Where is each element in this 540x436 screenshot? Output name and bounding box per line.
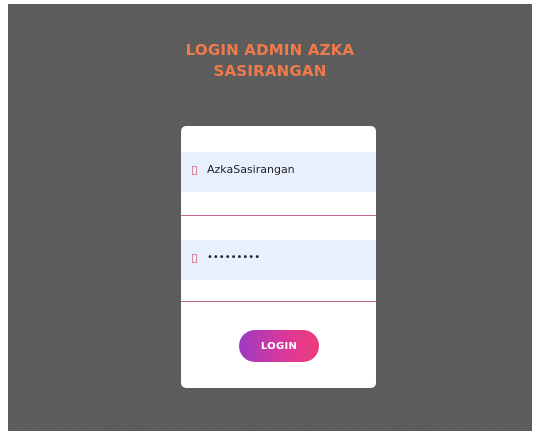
login-button[interactable]: LOGIN	[239, 330, 319, 362]
user-icon	[192, 166, 197, 175]
lock-icon	[192, 254, 197, 263]
login-card: AzkaSasirangan ••••••••• LOGIN	[181, 126, 376, 388]
page-title: LOGIN ADMIN AZKA SASIRANGAN	[0, 40, 540, 82]
page-title-line-2: SASIRANGAN	[213, 62, 327, 80]
page-title-line-1: LOGIN ADMIN AZKA	[185, 41, 355, 59]
username-input[interactable]: AzkaSasirangan	[207, 163, 357, 176]
username-underline	[181, 215, 376, 216]
password-underline	[181, 301, 376, 302]
password-input[interactable]: •••••••••	[207, 252, 357, 263]
